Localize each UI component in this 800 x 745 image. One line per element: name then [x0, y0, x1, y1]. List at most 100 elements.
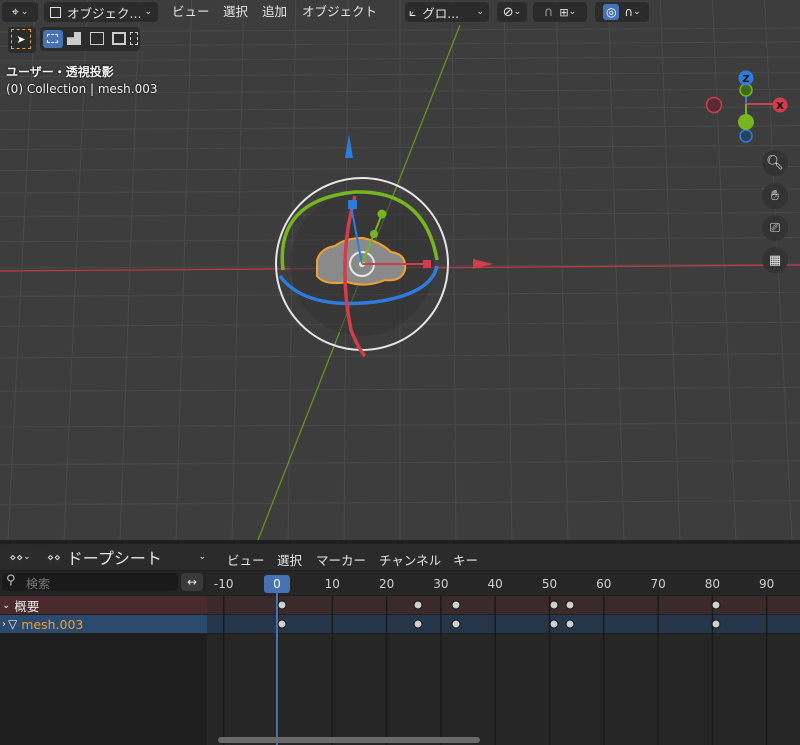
view-name-text: ユーザー・透視投影 — [6, 65, 114, 79]
dopesheet-menu-view[interactable]: ビュー — [227, 550, 265, 569]
collection-info-text: (0) Collection | mesh.003 — [6, 82, 158, 96]
falloff-curve-icon[interactable]: ∩ — [624, 5, 633, 19]
zoom-icon: 🔍︎ — [766, 155, 784, 171]
dopesheet-menu-marker[interactable]: マーカー — [316, 550, 366, 569]
select-tool-icon[interactable]: ➤ — [11, 29, 31, 49]
chevron-down-icon: ⌄ — [144, 7, 152, 17]
select-tool-box[interactable]: ➤ — [8, 27, 36, 53]
channel-object-label: mesh.003 — [21, 616, 84, 632]
pivot-point-dropdown[interactable]: ⊘ ⌄ — [497, 2, 527, 22]
object-keyframe[interactable] — [711, 619, 721, 629]
channel-list-area — [0, 634, 207, 745]
editor-type-button[interactable]: ⌖ ⌄ — [2, 2, 38, 22]
object-keyframe[interactable] — [413, 619, 423, 629]
dopesheet-editor: ⋄⋄ ⌄ ⋄⋄ ドープシート ⌄ ビュー 選択 マーカー チャンネル キー ⚲ 検… — [0, 540, 800, 745]
dopesheet-menu-select[interactable]: 選択 — [277, 550, 302, 569]
timeline-tick-label: 80 — [704, 577, 721, 591]
gizmo-z-label: Z — [742, 74, 749, 85]
dopesheet-editor-type-button[interactable]: ⋄⋄ ⌄ — [3, 547, 37, 567]
object-keyframe[interactable] — [549, 619, 558, 629]
perspective-toggle-button[interactable]: ▦ — [762, 247, 788, 273]
channel-object[interactable]: › ▽ mesh.003 — [0, 615, 207, 633]
selection-mode-group — [40, 27, 140, 51]
timeline-tick-label: 10 — [324, 577, 340, 591]
menu-add[interactable]: 追加 — [262, 3, 287, 21]
timeline-tick-label: 30 — [433, 577, 449, 591]
playhead-line[interactable] — [276, 584, 278, 745]
camera-icon: ⎚ — [769, 220, 781, 236]
summary-keyframe[interactable] — [451, 600, 461, 610]
select-extend-icon[interactable] — [67, 32, 81, 45]
timeline-tick-label: 50 — [541, 577, 558, 591]
navigation-gizmo[interactable]: Z X — [700, 66, 796, 146]
global-orientation-icon: ⟀ — [409, 4, 417, 19]
dopesheet-mode-dropdown[interactable]: ⋄⋄ ドープシート ⌄ — [41, 547, 212, 568]
select-difference-icon[interactable] — [112, 32, 126, 45]
zoom-button[interactable]: 🔍︎ — [762, 150, 788, 176]
timeline-tick-label: 20 — [378, 577, 395, 591]
hand-icon: ✋︎ — [771, 188, 779, 204]
chevron-down-icon: ⌄ — [568, 7, 577, 17]
mode-dropdown[interactable]: オブジェク... ⌄ — [44, 2, 158, 22]
mesh-object-icon: ▽ — [8, 617, 18, 631]
menu-object[interactable]: オブジェクト — [302, 3, 377, 21]
snapping-group[interactable]: ∩ ⊞ ⌄ — [533, 2, 587, 22]
current-frame-indicator[interactable]: 0 — [264, 575, 290, 593]
snap-magnet-icon[interactable]: ∩ — [544, 5, 554, 20]
object-keyframe[interactable] — [451, 619, 461, 629]
timeline-tick-label: 90 — [759, 577, 775, 591]
horizontal-arrows-icon: ↔ — [186, 575, 198, 589]
chevron-down-icon: ⌄ — [20, 7, 29, 17]
channel-summary[interactable]: ⌄ 概要 — [0, 596, 207, 614]
mode-label: オブジェク... — [67, 5, 142, 21]
channel-summary-label: 概要 — [14, 598, 40, 614]
chevron-right-icon[interactable]: › — [2, 619, 6, 630]
menu-view[interactable]: ビュー — [172, 3, 210, 21]
proportional-editing-group[interactable]: ◎ ∩ ⌄ — [595, 2, 649, 22]
pivot-icon: ⊘ — [502, 4, 514, 20]
object-keyframe[interactable] — [277, 619, 287, 629]
summary-keyframe[interactable] — [277, 600, 287, 610]
select-subtract-icon[interactable] — [90, 32, 104, 45]
chevron-down-icon[interactable]: ⌄ — [2, 600, 10, 611]
orientation-dropdown[interactable]: ⟀ グロ... ⌄ — [405, 2, 489, 22]
transform-gizmo[interactable] — [255, 130, 515, 390]
orientation-label: グロ... — [422, 5, 460, 21]
search-icon: ⚲ — [6, 573, 16, 588]
object-keyframe[interactable] — [565, 619, 575, 629]
dopesheet-mode-icon: ⋄⋄ — [47, 550, 61, 564]
search-field[interactable]: ⚲ 検索 — [2, 573, 178, 591]
timeline-tick-label: 40 — [487, 577, 503, 591]
summary-keyframe[interactable] — [549, 600, 558, 610]
dopesheet-header: ⋄⋄ ⌄ ⋄⋄ ドープシート ⌄ ビュー 選択 マーカー チャンネル キー — [0, 544, 800, 570]
chevron-down-icon: ⌄ — [23, 552, 31, 562]
sync-visibility-button[interactable]: ↔ — [181, 573, 203, 591]
dopesheet-icon: ⋄⋄ — [9, 550, 24, 564]
frame-gridlines — [222, 596, 768, 745]
summary-keyframe[interactable] — [711, 600, 721, 610]
summary-keyframe[interactable] — [413, 600, 423, 610]
camera-view-button[interactable]: ⎚ — [762, 215, 788, 241]
horizontal-scrollbar[interactable] — [218, 737, 480, 743]
viewport-editor-icon: ⌖ — [11, 4, 19, 20]
select-intersect-icon[interactable] — [130, 32, 138, 45]
chevron-down-icon: ⌄ — [513, 7, 522, 17]
timeline-tick-label: 60 — [596, 577, 612, 591]
gizmo-x-label: X — [776, 101, 784, 112]
proportional-editing-icon[interactable]: ◎ — [603, 4, 620, 20]
timeline-tick-label: -10 — [213, 577, 234, 591]
grid-perspective-icon: ▦ — [768, 252, 782, 268]
menu-select[interactable]: 選択 — [223, 3, 248, 21]
channel-search-bar: ⚲ 検索 ↔ — [0, 571, 207, 595]
search-input[interactable]: 検索 — [26, 575, 50, 592]
dopesheet-menu-key[interactable]: キー — [453, 550, 478, 569]
dopesheet-menu-channel[interactable]: チャンネル — [379, 550, 441, 569]
viewport-header: ⌖ ⌄ オブジェク... ⌄ ビュー 選択 追加 オブジェクト ⟀ グロ... ⌄… — [0, 0, 800, 24]
3d-viewport[interactable]: ⌖ ⌄ オブジェク... ⌄ ビュー 選択 追加 オブジェクト ⟀ グロ... ⌄… — [0, 0, 800, 540]
summary-keyframe[interactable] — [565, 600, 575, 610]
chevron-down-icon: ⌄ — [633, 7, 641, 17]
chevron-down-icon: ⌄ — [198, 552, 206, 562]
select-new-icon[interactable] — [43, 30, 63, 48]
snap-increment-icon[interactable]: ⊞ — [559, 6, 568, 19]
pan-button[interactable]: ✋︎ — [762, 183, 788, 209]
